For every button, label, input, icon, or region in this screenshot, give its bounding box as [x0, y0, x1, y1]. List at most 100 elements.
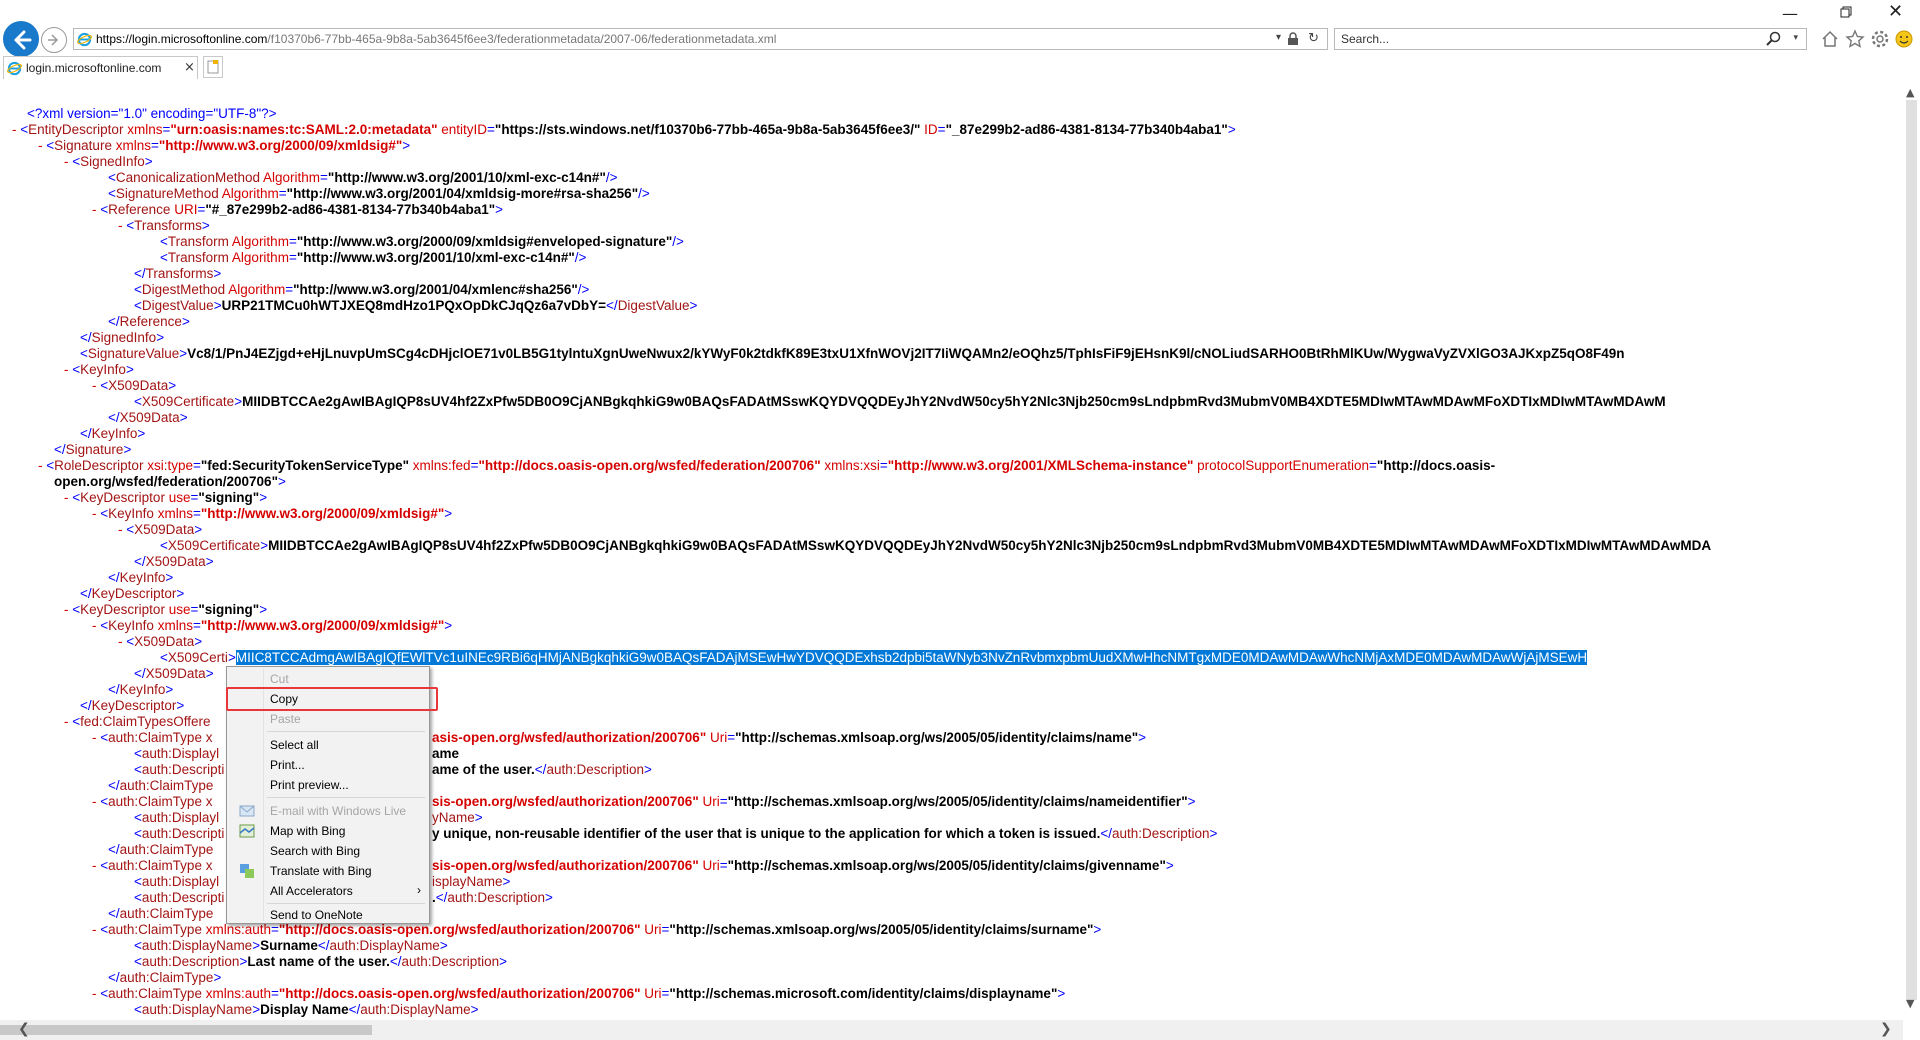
- xml-line: - <Transforms>: [118, 218, 210, 233]
- tab-active[interactable]: login.microsoftonline.com ×: [3, 56, 198, 79]
- xml-line: </X509Data>: [134, 554, 214, 569]
- menu-separator: [267, 903, 425, 904]
- vertical-scroll-thumb[interactable]: [1906, 100, 1917, 1000]
- xml-line: - <auth:ClaimType x: [92, 794, 213, 809]
- xml-line: asis-open.org/wsfed/authorization/200706…: [432, 730, 1146, 745]
- xml-line: <DigestValue>URP21TMCu0hWTJXEQ8mdHzo1PQx…: [134, 298, 698, 313]
- menu-item-all-accelerators[interactable]: All Accelerators ›: [227, 881, 429, 901]
- xml-line: isplayName>: [432, 874, 511, 889]
- horizontal-scrollbar[interactable]: ❮ ❯: [0, 1020, 1903, 1040]
- xml-line: <Transform Algorithm="http://www.w3.org/…: [160, 234, 684, 249]
- xml-line: yName>: [432, 810, 483, 825]
- url-path: /f10370b6-77bb-465a-9b8a-5ab3645f6ee3/fe…: [267, 32, 777, 46]
- xml-line: - <RoleDescriptor xsi:type="fed:Security…: [38, 458, 1496, 473]
- maximize-icon[interactable]: [1840, 6, 1852, 18]
- submenu-arrow-icon: ›: [417, 883, 421, 897]
- xml-line: - <KeyDescriptor use="signing">: [64, 490, 268, 505]
- vertical-scrollbar[interactable]: ▲ ▼: [1903, 80, 1920, 1020]
- forward-button[interactable]: [41, 27, 67, 53]
- xml-line: </X509Data>: [108, 410, 188, 425]
- xml-line: <auth:Descripti: [134, 890, 225, 905]
- forward-arrow-icon: [48, 34, 59, 46]
- xml-line: </KeyDescriptor>: [80, 586, 185, 601]
- url-text[interactable]: https://login.microsoftonline.com/f10370…: [96, 32, 776, 46]
- translate-icon: [240, 864, 254, 878]
- scroll-right-icon[interactable]: ❯: [1880, 1021, 1892, 1037]
- map-icon: [239, 824, 255, 838]
- menu-item-print[interactable]: Print...: [227, 755, 429, 775]
- refresh-icon[interactable]: ↻: [1308, 31, 1319, 46]
- xml-line: <auth:Descripti: [134, 762, 225, 777]
- xml-line: </KeyInfo>: [108, 570, 174, 585]
- back-arrow-icon: [14, 30, 32, 50]
- xml-line: </KeyInfo>: [80, 426, 146, 441]
- favorites-star-icon[interactable]: [1845, 29, 1865, 49]
- xml-line: - <EntityDescriptor xmlns="urn:oasis:nam…: [12, 122, 1236, 137]
- xml-line: - <KeyDescriptor use="signing">: [64, 602, 268, 617]
- address-bar[interactable]: https://login.microsoftonline.com/f10370…: [73, 28, 1328, 50]
- xml-line: <Transform Algorithm="http://www.w3.org/…: [160, 250, 587, 265]
- close-icon[interactable]: ✕: [1888, 1, 1903, 22]
- xml-line: <SignatureValue>Vc8/1/PnJ4EZjgd+eHjLnuvp…: [80, 346, 1625, 361]
- menu-item-search-with-bing[interactable]: Search with Bing: [227, 841, 429, 861]
- xml-line: - <KeyInfo xmlns="http://www.w3.org/2000…: [92, 506, 453, 521]
- menu-item-print-preview[interactable]: Print preview...: [227, 775, 429, 795]
- horizontal-scroll-thumb[interactable]: [0, 1025, 372, 1035]
- tab-title: login.microsoftonline.com: [26, 61, 162, 75]
- search-icon[interactable]: [1766, 31, 1782, 47]
- search-dropdown-icon[interactable]: ▾: [1793, 33, 1798, 43]
- home-icon[interactable]: [1820, 29, 1840, 49]
- xml-line: .</auth:Description>: [432, 890, 553, 905]
- context-menu: Cut Copy Paste Select all Print... Print…: [226, 666, 438, 925]
- xml-line: </KeyDescriptor>: [80, 698, 185, 713]
- xml-line: </X509Data>: [134, 666, 214, 681]
- menu-item-paste[interactable]: Paste: [227, 709, 429, 729]
- xml-line: - <X509Data>: [92, 378, 177, 393]
- tab-close-icon[interactable]: ×: [184, 60, 195, 75]
- xml-line: <DigestMethod Algorithm="http://www.w3.o…: [134, 282, 590, 297]
- menu-item-send-to-onenote[interactable]: Send to OneNote: [227, 905, 429, 925]
- feedback-smiley-icon[interactable]: [1894, 29, 1914, 49]
- scroll-left-icon[interactable]: ❮: [18, 1021, 30, 1037]
- back-button[interactable]: [3, 21, 39, 57]
- xml-line: <auth:DisplayName>Display Name</auth:Dis…: [134, 1002, 479, 1017]
- xml-line: </KeyInfo>: [108, 682, 174, 697]
- scroll-down-icon[interactable]: ▼: [1906, 997, 1914, 1010]
- xml-line-selected[interactable]: <X509Certi>MIIC8TCCAdmgAwIBAgIQfEWlTVc1u…: [160, 650, 1588, 666]
- menu-item-email-windows-live[interactable]: E-mail with Windows Live: [227, 801, 429, 821]
- menu-item-translate-with-bing[interactable]: Translate with Bing: [227, 861, 429, 881]
- xml-line: </auth:ClaimType>: [108, 970, 222, 985]
- xml-line: - <SignedInfo>: [64, 154, 153, 169]
- menu-item-map-with-bing[interactable]: Map with Bing: [227, 821, 429, 841]
- search-box[interactable]: Search... ▾: [1334, 28, 1807, 50]
- new-tab-button[interactable]: [203, 56, 223, 78]
- menu-item-select-all[interactable]: Select all: [227, 735, 429, 755]
- xml-line: - <X509Data>: [118, 522, 203, 537]
- xml-line: <auth:Displayl: [134, 874, 220, 889]
- xml-line: <CanonicalizationMethod Algorithm="http:…: [108, 170, 618, 185]
- menu-item-cut[interactable]: Cut: [227, 669, 429, 689]
- ie-logo-icon: [7, 61, 22, 76]
- xml-line: <auth:Descripti: [134, 826, 225, 841]
- xml-line: <?xml version="1.0" encoding="UTF-8"?>: [27, 106, 277, 121]
- xml-line: - <auth:ClaimType x: [92, 730, 213, 745]
- search-input[interactable]: Search...: [1341, 32, 1389, 46]
- xml-line: <auth:DisplayName>Surname</auth:DisplayN…: [134, 938, 448, 953]
- xml-line: <auth:Displayl: [134, 810, 220, 825]
- ie-logo-icon: [77, 32, 92, 47]
- xml-line: ame: [432, 746, 460, 761]
- xml-line: - <Signature xmlns="http://www.w3.org/20…: [38, 138, 411, 153]
- lock-icon[interactable]: [1287, 32, 1299, 46]
- minimize-icon[interactable]: —: [1782, 4, 1798, 23]
- xml-line: </auth:ClaimType: [108, 906, 214, 921]
- scroll-up-icon[interactable]: ▲: [1906, 86, 1914, 99]
- browser-chrome: https://login.microsoftonline.com/f10370…: [0, 0, 1920, 80]
- xml-line: </auth:ClaimType: [108, 778, 214, 793]
- dropdown-arrow-icon[interactable]: ▾: [1276, 32, 1281, 43]
- selected-text[interactable]: MIIC8TCCAdmgAwIBAgIQfEWlTVc1uINEc9RBi6qH…: [235, 650, 1588, 665]
- xml-line: </SignedInfo>: [80, 330, 165, 345]
- xml-line: - <X509Data>: [118, 634, 203, 649]
- settings-gear-icon[interactable]: [1870, 29, 1890, 49]
- xml-line: ame of the user.</auth:Description>: [432, 762, 652, 777]
- menu-separator: [267, 797, 425, 798]
